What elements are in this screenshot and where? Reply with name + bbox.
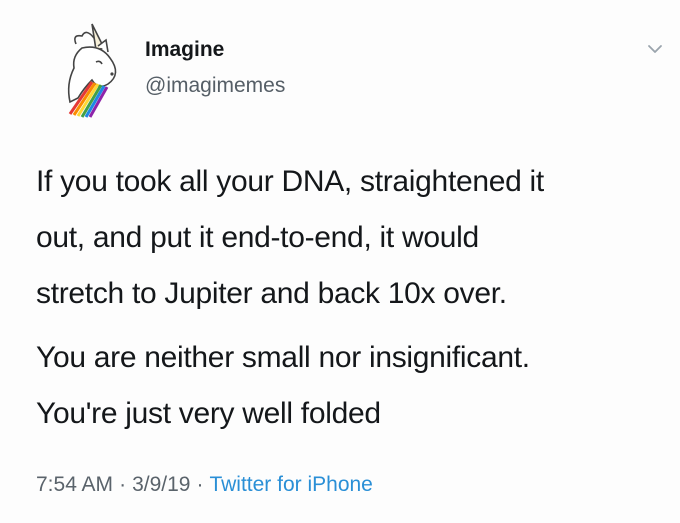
tweet-card: Imagine @imagimemes If you took all your…	[0, 0, 680, 523]
tweet-source-link[interactable]: Twitter for iPhone	[209, 473, 372, 496]
tweet-text-paragraph: You are neither small nor insignificant.…	[36, 341, 530, 430]
meta-separator: ·	[196, 473, 204, 496]
tweet-time[interactable]: 7:54 AM	[36, 473, 113, 496]
author-handle[interactable]: @imagimemes	[145, 74, 285, 98]
tweet-text-paragraph: If you took all your DNA, straightened i…	[36, 165, 544, 310]
tweet-date[interactable]: 3/9/19	[132, 473, 190, 496]
unicorn-rainbow-icon	[67, 23, 117, 118]
meta-separator: ·	[119, 473, 127, 496]
chevron-down-icon	[648, 45, 662, 53]
author-display-name[interactable]: Imagine	[145, 38, 224, 62]
tweet-metadata: 7:54 AM · 3/9/19 · Twitter for iPhone	[36, 473, 373, 497]
avatar[interactable]	[52, 18, 134, 118]
tweet-menu-button[interactable]	[644, 38, 666, 60]
